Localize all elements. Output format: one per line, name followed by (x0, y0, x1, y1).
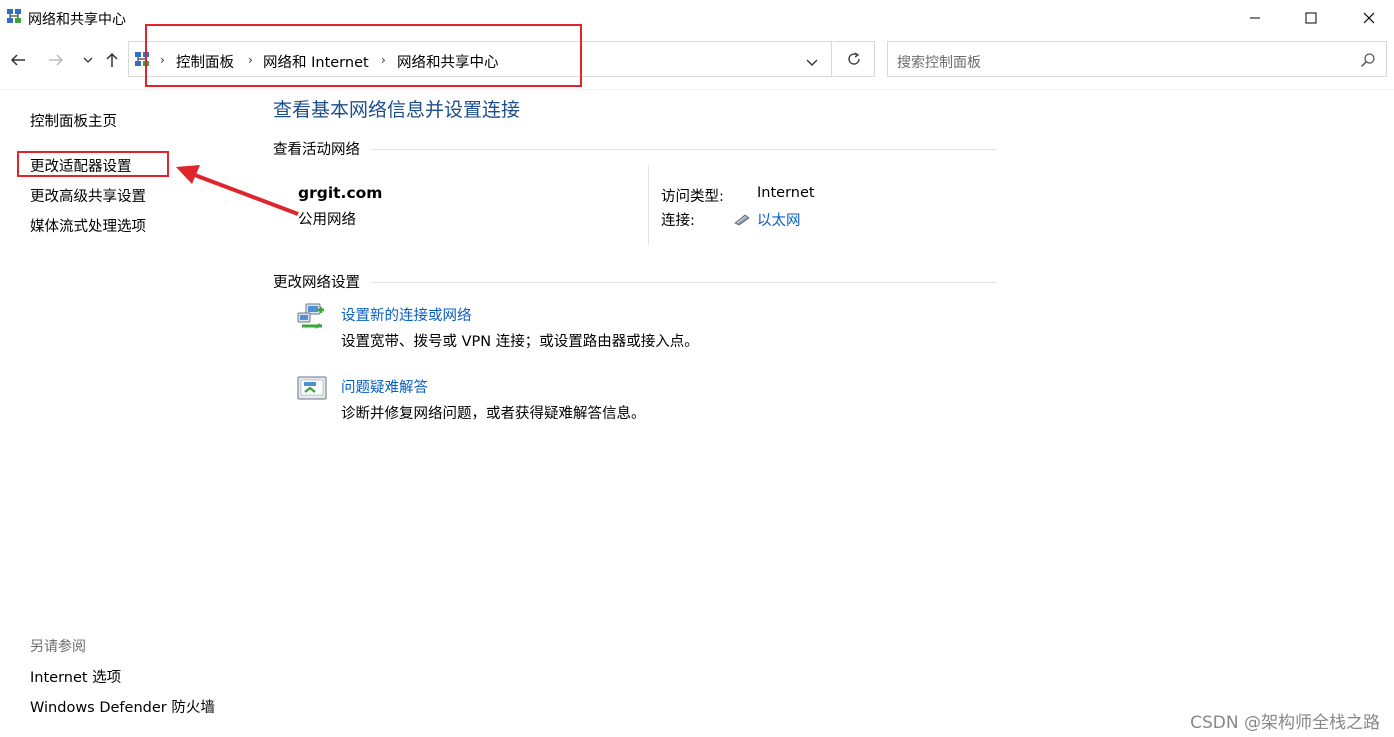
maximize-icon (1305, 12, 1317, 24)
window-title: 网络和共享中心 (28, 12, 126, 28)
access-type-label: 访问类型: (661, 189, 724, 205)
up-arrow-icon (106, 52, 118, 67)
minimize-icon (1250, 17, 1260, 19)
refresh-icon (847, 52, 860, 65)
access-type-value: Internet (757, 185, 815, 201)
close-button[interactable] (1346, 0, 1392, 36)
troubleshoot-icon (296, 374, 328, 408)
annotation-box-address (145, 24, 582, 87)
change-settings-title: 更改网络设置 (273, 275, 360, 291)
forward-arrow-icon (49, 54, 64, 66)
see-also-windows-firewall[interactable]: Windows Defender 防火墙 (30, 696, 215, 717)
recent-dropdown-icon (83, 57, 93, 63)
see-also-internet-options[interactable]: Internet 选项 (30, 666, 121, 687)
troubleshoot-desc: 诊断并修复网络问题，或者获得疑难解答信息。 (341, 406, 646, 422)
ethernet-connection-link[interactable]: 以太网 (757, 209, 801, 230)
minimize-button[interactable] (1232, 0, 1278, 36)
search-box[interactable]: 搜索控制面板 (887, 41, 1387, 77)
search-input[interactable]: 搜索控制面板 (897, 52, 981, 72)
ethernet-icon (733, 211, 751, 230)
section-divider (370, 282, 997, 283)
toolbar-divider (0, 89, 1394, 90)
maximize-button[interactable] (1288, 0, 1334, 36)
watermark: CSDN @架构师全栈之路 (1190, 713, 1380, 733)
connection-label: 连接: (661, 213, 695, 229)
troubleshoot-link[interactable]: 问题疑难解答 (341, 376, 428, 397)
refresh-button[interactable] (833, 41, 875, 77)
search-icon[interactable] (1360, 52, 1376, 68)
back-button[interactable] (6, 48, 30, 72)
address-dropdown-icon[interactable] (805, 54, 819, 73)
forward-button[interactable] (44, 48, 68, 72)
network-type: 公用网络 (298, 212, 356, 228)
recent-locations-button[interactable] (76, 48, 100, 72)
up-button[interactable] (100, 48, 124, 72)
page-title: 查看基本网络信息并设置连接 (273, 99, 521, 121)
sidebar-item-advanced-sharing[interactable]: 更改高级共享设置 (30, 185, 146, 206)
close-icon (1363, 12, 1375, 24)
section-divider (370, 149, 997, 150)
sidebar-item-media-streaming[interactable]: 媒体流式处理选项 (30, 215, 146, 236)
setup-new-connection-desc: 设置宽带、拨号或 VPN 连接；或设置路由器或接入点。 (341, 334, 699, 350)
setup-new-connection-link[interactable]: 设置新的连接或网络 (341, 304, 472, 325)
annotation-box-adapter (17, 151, 169, 177)
see-also-title: 另请参阅 (30, 639, 86, 655)
network-center-icon (6, 8, 22, 24)
network-divider (648, 165, 649, 245)
network-name: grgit.com (298, 184, 383, 202)
active-networks-title: 查看活动网络 (273, 142, 360, 158)
network-setup-icon (296, 301, 328, 335)
sidebar-item-control-panel-home[interactable]: 控制面板主页 (30, 110, 117, 131)
back-arrow-icon (10, 54, 25, 66)
